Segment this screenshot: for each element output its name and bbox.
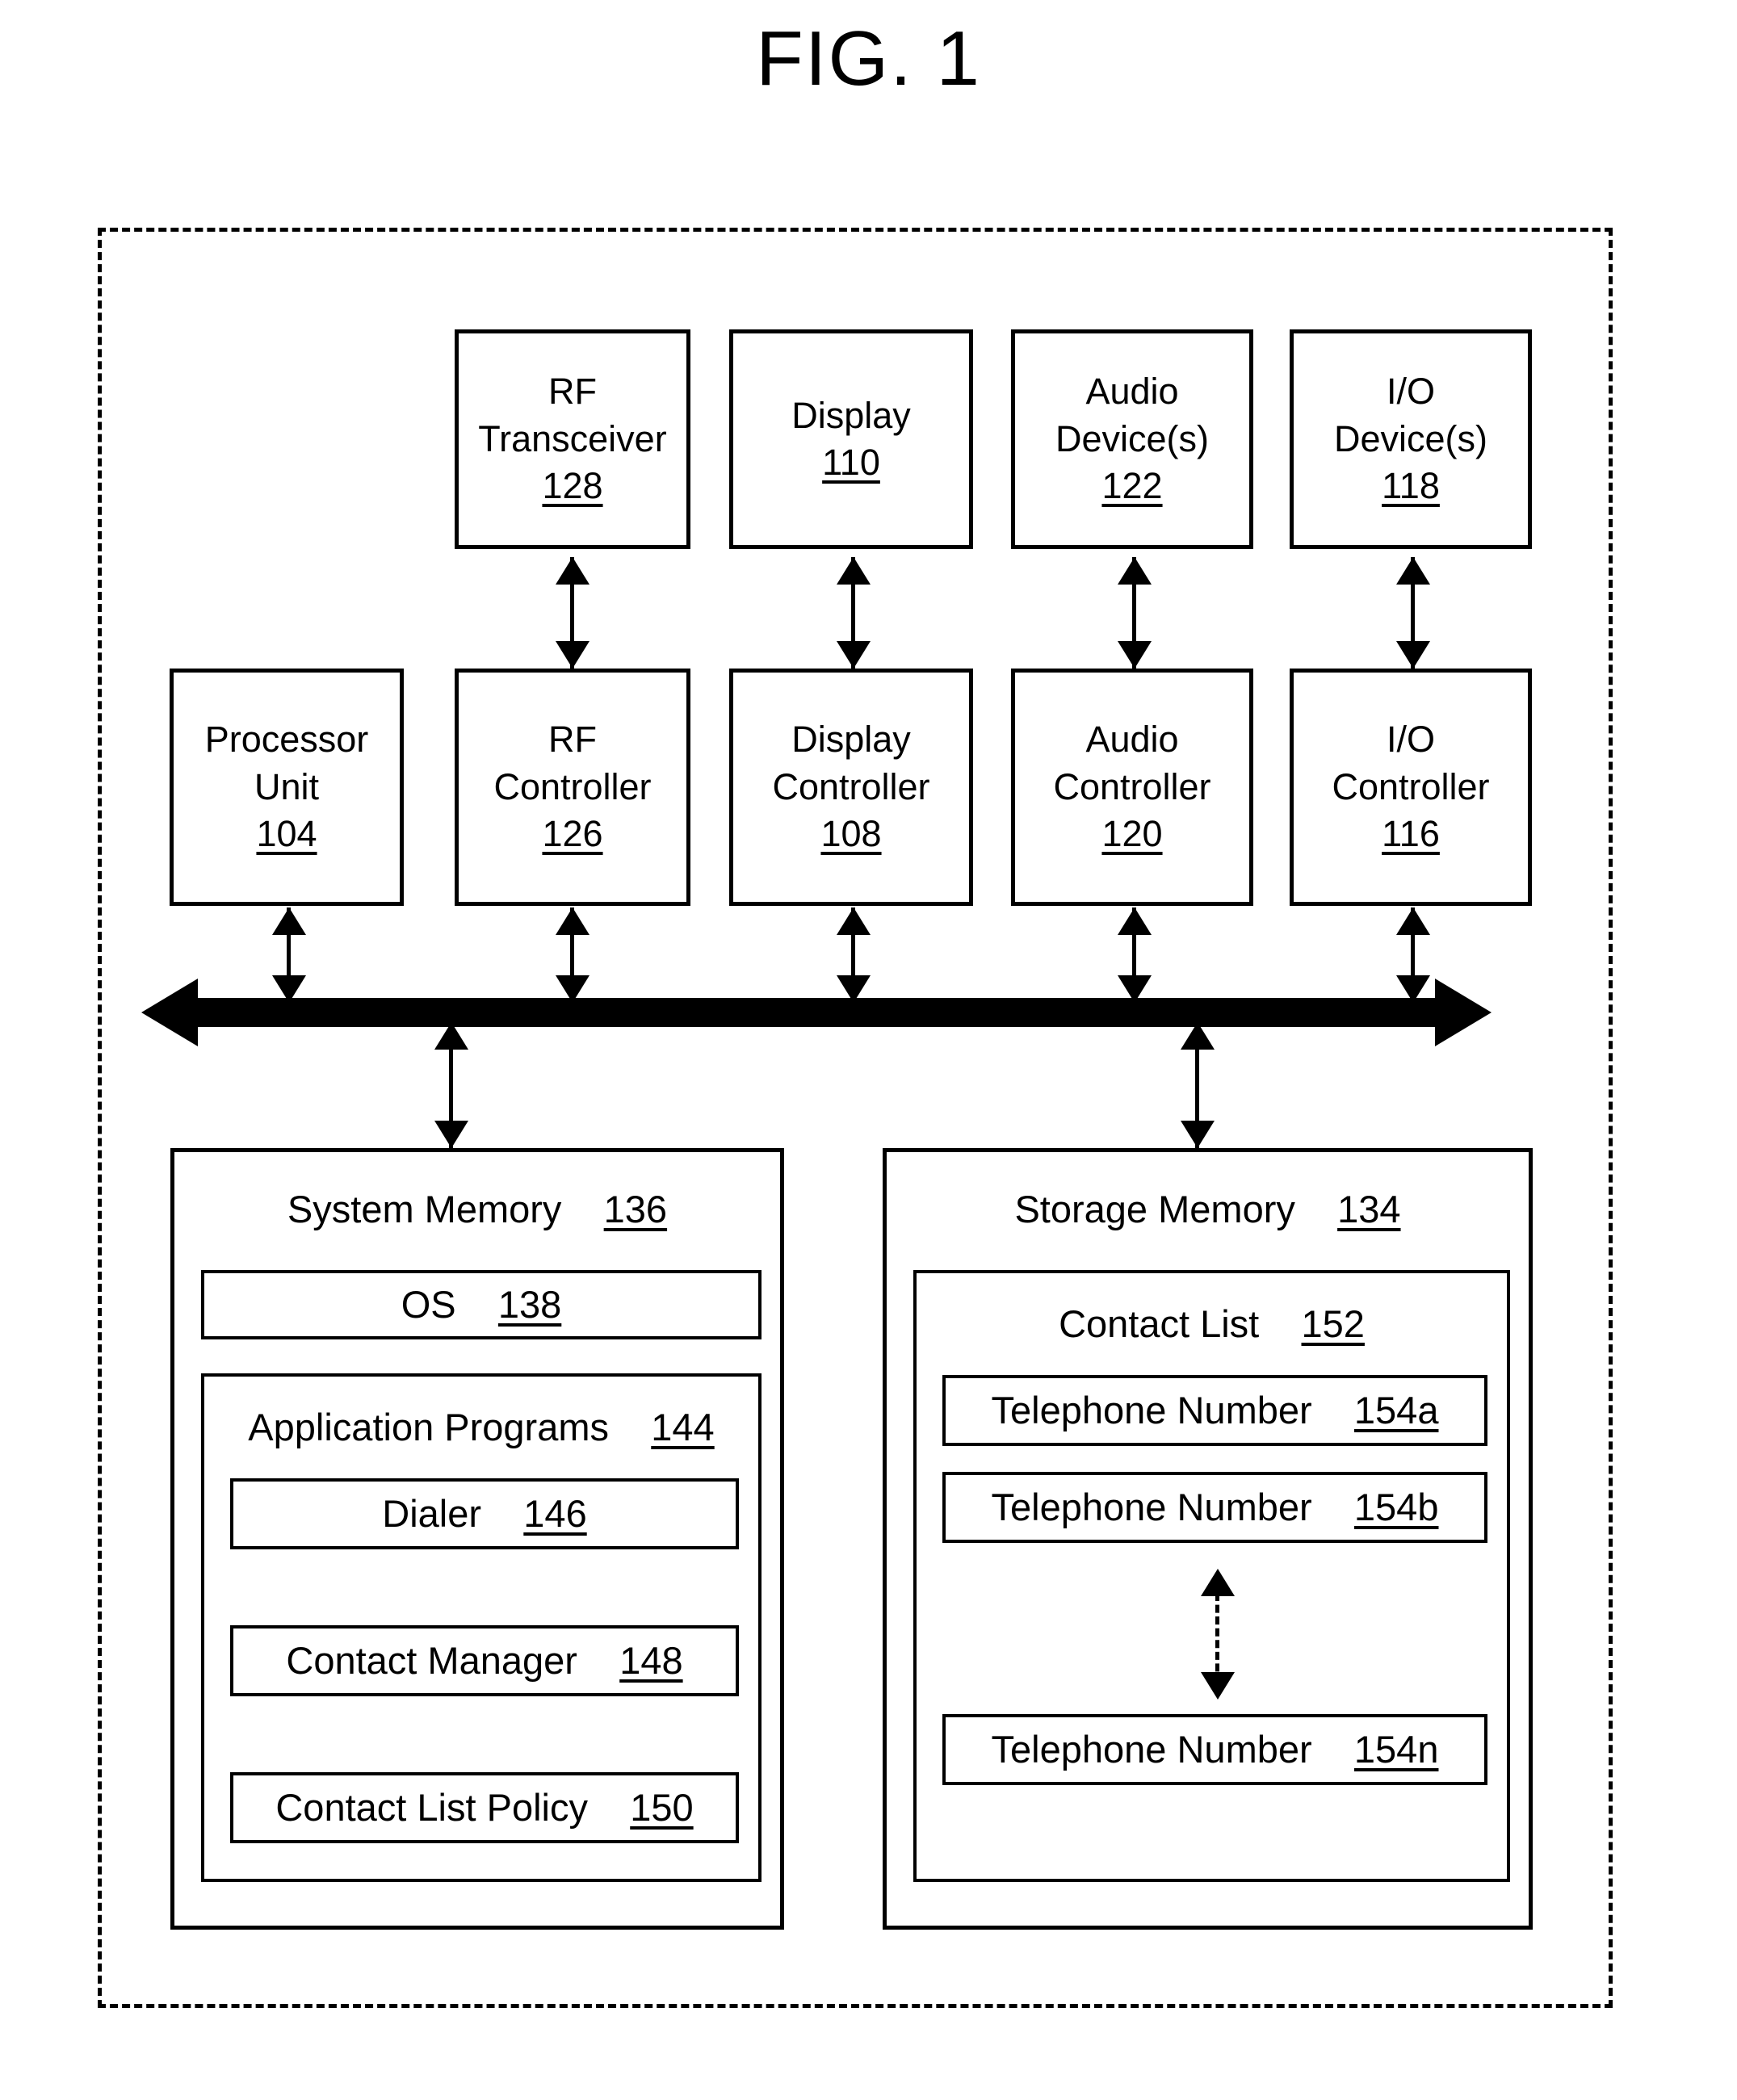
telephone-number-box: Telephone Number 154n xyxy=(942,1714,1487,1785)
storage-memory-panel: Storage Memory 134 Contact List 152 Tele… xyxy=(883,1148,1533,1930)
arrow-head-up-contact-ellipsis xyxy=(1201,1569,1235,1596)
controller-ref-number: 126 xyxy=(542,813,603,855)
os-box: OS 138 xyxy=(201,1270,762,1339)
controller-label-line1: RF xyxy=(548,719,597,761)
contact-list-policy-ref-number: 150 xyxy=(630,1786,694,1830)
peripheral-ref-number: 110 xyxy=(822,442,880,483)
system-memory-heading: System Memory 136 xyxy=(174,1184,780,1234)
peripheral-ref-number: 118 xyxy=(1382,465,1440,507)
contact-list-policy-box: Contact List Policy 150 xyxy=(230,1772,739,1843)
controller-ref-number: 108 xyxy=(820,813,882,855)
arrow-head-down-contact-ellipsis xyxy=(1201,1672,1235,1700)
telephone-number-title: Telephone Number xyxy=(991,1389,1312,1432)
peripheral-ref-number: 122 xyxy=(1101,465,1163,507)
telephone-number-ref-number: 154b xyxy=(1353,1486,1439,1529)
controller-box-audio-controller: Audio Controller 120 xyxy=(1011,669,1253,906)
contact-manager-box: Contact Manager 148 xyxy=(230,1625,739,1696)
controller-label-line1: Audio xyxy=(1085,719,1179,761)
controller-label-line2: Controller xyxy=(772,765,930,807)
figure-title: FIG. 1 xyxy=(756,15,981,102)
contact-manager-title: Contact Manager xyxy=(286,1639,577,1683)
controller-label-line2: Controller xyxy=(1053,765,1211,807)
telephone-number-box: Telephone Number 154b xyxy=(942,1472,1487,1543)
telephone-number-ref-number: 154n xyxy=(1353,1728,1439,1771)
system-bus xyxy=(141,979,1492,1046)
arrow-head-down-audio xyxy=(1118,641,1152,669)
connector-contact-ellipsis xyxy=(1215,1593,1219,1683)
controller-box-io-controller: I/O Controller 116 xyxy=(1290,669,1532,906)
controller-label-line2: Controller xyxy=(493,765,652,807)
arrow-head-down-bus-sysmem xyxy=(434,1121,468,1148)
application-programs-ref-number: 144 xyxy=(651,1406,715,1448)
application-programs-heading: Application Programs 144 xyxy=(204,1402,758,1452)
system-memory-panel: System Memory 136 OS 138 Application Pro… xyxy=(170,1148,784,1930)
peripheral-box-audio-devices: Audio Device(s) 122 xyxy=(1011,329,1253,549)
peripheral-label-line1: I/O xyxy=(1386,371,1435,413)
arrow-head-down-bus-storagemem xyxy=(1181,1121,1215,1148)
contact-list-title: Contact List xyxy=(1059,1302,1260,1345)
dialer-box: Dialer 146 xyxy=(230,1478,739,1549)
controller-ref-number: 104 xyxy=(256,813,317,855)
contact-list-box: Contact List 152 Telephone Number 154a T… xyxy=(913,1270,1510,1882)
figure-page: FIG. 1 RF Transceiver 128 Display 110 Au… xyxy=(0,0,1737,2100)
peripheral-box-rf-transceiver: RF Transceiver 128 xyxy=(455,329,690,549)
dialer-title: Dialer xyxy=(382,1492,482,1536)
controller-label-line1: Processor xyxy=(204,719,369,761)
dialer-ref-number: 146 xyxy=(523,1492,587,1536)
peripheral-box-io-devices: I/O Device(s) 118 xyxy=(1290,329,1532,549)
system-memory-title: System Memory xyxy=(287,1188,562,1230)
controller-label-line1: I/O xyxy=(1386,719,1435,761)
controller-label-line2: Unit xyxy=(254,765,320,807)
peripheral-label-line2: Transceiver xyxy=(478,417,667,459)
controller-box-processor-unit: Processor Unit 104 xyxy=(170,669,404,906)
telephone-number-ref-number: 154a xyxy=(1353,1389,1439,1432)
peripheral-label-line2: Device(s) xyxy=(1055,417,1210,459)
application-programs-box: Application Programs 144 Dialer 146 Cont… xyxy=(201,1373,762,1882)
controller-ref-number: 116 xyxy=(1382,813,1440,855)
system-memory-ref-number: 136 xyxy=(603,1188,668,1230)
telephone-number-title: Telephone Number xyxy=(991,1486,1312,1529)
contact-list-ref-number: 152 xyxy=(1301,1302,1365,1345)
controller-ref-number: 120 xyxy=(1101,813,1163,855)
arrow-head-down-io xyxy=(1396,641,1430,669)
arrow-head-down-display xyxy=(837,641,871,669)
controller-label-line1: Display xyxy=(791,719,911,761)
os-ref-number: 138 xyxy=(497,1283,562,1327)
peripheral-label-line1: Audio xyxy=(1085,371,1179,413)
os-title: OS xyxy=(401,1283,456,1327)
controller-box-rf-controller: RF Controller 126 xyxy=(455,669,690,906)
controller-box-display-controller: Display Controller 108 xyxy=(729,669,973,906)
contact-manager-ref-number: 148 xyxy=(619,1639,683,1683)
storage-memory-title: Storage Memory xyxy=(1014,1188,1295,1230)
peripheral-label-line2: Device(s) xyxy=(1333,417,1488,459)
peripheral-label-line1: Display xyxy=(791,394,911,436)
contact-list-heading: Contact List 152 xyxy=(917,1299,1507,1348)
storage-memory-heading: Storage Memory 134 xyxy=(887,1184,1529,1234)
application-programs-title: Application Programs xyxy=(248,1406,610,1448)
peripheral-label-line1: RF xyxy=(548,371,597,413)
storage-memory-ref-number: 134 xyxy=(1337,1188,1401,1230)
controller-label-line2: Controller xyxy=(1332,765,1490,807)
peripheral-box-display: Display 110 xyxy=(729,329,973,549)
telephone-number-box: Telephone Number 154a xyxy=(942,1375,1487,1446)
contact-list-policy-title: Contact List Policy xyxy=(275,1786,588,1830)
arrow-head-down-rf xyxy=(556,641,589,669)
telephone-number-title: Telephone Number xyxy=(991,1728,1312,1771)
peripheral-ref-number: 128 xyxy=(542,465,603,507)
